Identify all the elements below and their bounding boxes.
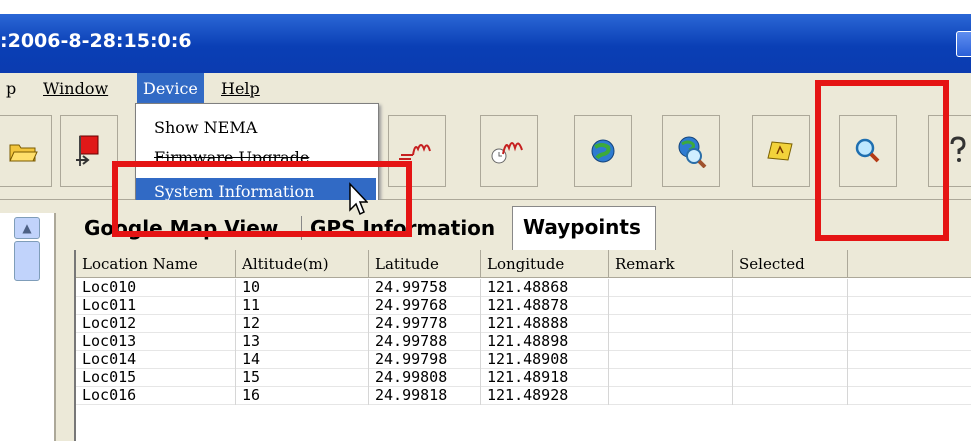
cell-remark — [609, 315, 733, 333]
cell-location-name: Loc016 — [76, 387, 236, 405]
globe-search-icon — [678, 136, 707, 168]
table-row[interactable]: Loc015 15 24.99808 121.48918 — [76, 369, 971, 387]
cell-altitude: 11 — [236, 297, 369, 315]
note-icon — [767, 141, 793, 161]
cell-location-name: Loc012 — [76, 315, 236, 333]
table-row[interactable]: Loc011 11 24.99768 121.48878 — [76, 297, 971, 315]
cell-remark — [609, 333, 733, 351]
cell-location-name: Loc014 — [76, 351, 236, 369]
cell-altitude: 16 — [236, 387, 369, 405]
table-row[interactable]: Loc014 14 24.99798 121.48908 — [76, 351, 971, 369]
column-header-remark[interactable]: Remark — [609, 250, 733, 278]
cell-selected — [733, 369, 848, 387]
cell-selected — [733, 387, 848, 405]
cell-empty — [848, 279, 971, 297]
scroll-thumb[interactable] — [14, 241, 40, 281]
globe-icon — [591, 139, 615, 163]
window-title: :2006-8-28:15:0:6 — [0, 30, 192, 52]
table-row[interactable]: Loc016 16 24.99818 121.48928 — [76, 387, 971, 405]
column-header-longitude[interactable]: Longitude — [481, 250, 609, 278]
chevron-up-icon: ▲ — [22, 221, 32, 235]
left-panel: ▲ — [0, 213, 56, 441]
cell-latitude: 24.99758 — [369, 279, 481, 297]
cell-longitude: 121.48908 — [481, 351, 609, 369]
notes-button[interactable] — [752, 115, 810, 187]
waypoints-table: Location Name Altitude(m) Latitude Longi… — [74, 250, 971, 441]
title-bar: :2006-8-28:15:0:6 — [0, 14, 971, 73]
tab-waypoints[interactable]: Waypoints — [512, 206, 656, 250]
column-header-latitude[interactable]: Latitude — [369, 250, 481, 278]
column-header-selected[interactable]: Selected — [733, 250, 848, 278]
cell-empty — [848, 315, 971, 333]
menu-help[interactable]: Help — [215, 73, 266, 105]
cell-location-name: Loc015 — [76, 369, 236, 387]
folder-icon — [9, 144, 38, 162]
cell-altitude: 12 — [236, 315, 369, 333]
menu-window[interactable]: Window — [37, 73, 114, 105]
scroll-up-button[interactable]: ▲ — [14, 217, 40, 239]
cell-latitude: 24.99788 — [369, 333, 481, 351]
cell-remark — [609, 279, 733, 297]
table-row[interactable]: Loc013 13 24.99788 121.48898 — [76, 333, 971, 351]
cell-latitude: 24.99798 — [369, 351, 481, 369]
globe-button[interactable] — [574, 115, 632, 187]
cell-latitude: 24.99768 — [369, 297, 481, 315]
cell-empty — [848, 369, 971, 387]
cell-location-name: Loc011 — [76, 297, 236, 315]
cell-longitude: 121.48868 — [481, 279, 609, 297]
cell-location-name: Loc010 — [76, 279, 236, 297]
cell-altitude: 13 — [236, 333, 369, 351]
column-header-altitude[interactable]: Altitude(m) — [236, 250, 369, 278]
flag-icon — [76, 135, 99, 166]
cell-selected — [733, 333, 848, 351]
menu-device[interactable]: Device — [137, 73, 204, 105]
cell-remark — [609, 351, 733, 369]
cell-selected — [733, 351, 848, 369]
mouse-cursor-icon — [349, 182, 368, 216]
cell-remark — [609, 297, 733, 315]
cell-empty — [848, 333, 971, 351]
minimize-button[interactable] — [956, 31, 971, 57]
cell-selected — [733, 297, 848, 315]
cell-empty — [848, 297, 971, 315]
import-button[interactable] — [60, 115, 118, 187]
track-time-button[interactable] — [480, 115, 538, 187]
open-button[interactable] — [0, 115, 52, 187]
table-row[interactable]: Loc012 12 24.99778 121.48888 — [76, 315, 971, 333]
cell-longitude: 121.48928 — [481, 387, 609, 405]
cell-selected — [733, 315, 848, 333]
table-row[interactable]: Loc010 10 24.99758 121.48868 — [76, 279, 971, 297]
cell-empty — [848, 351, 971, 369]
column-header-location-name[interactable]: Location Name — [76, 250, 236, 278]
cell-latitude: 24.99818 — [369, 387, 481, 405]
cell-remark — [609, 387, 733, 405]
cell-altitude: 15 — [236, 369, 369, 387]
column-header-empty — [848, 250, 971, 278]
cell-empty — [848, 387, 971, 405]
cell-longitude: 121.48918 — [481, 369, 609, 387]
cell-location-name: Loc013 — [76, 333, 236, 351]
cell-longitude: 121.48878 — [481, 297, 609, 315]
menu-item-show-nema[interactable]: Show NEMA — [136, 114, 376, 142]
cell-longitude: 121.48898 — [481, 333, 609, 351]
cell-selected — [733, 279, 848, 297]
cell-altitude: 14 — [236, 351, 369, 369]
cell-remark — [609, 369, 733, 387]
clock-track-icon — [491, 142, 523, 164]
cell-longitude: 121.48888 — [481, 315, 609, 333]
annotation-box-search-button — [815, 80, 949, 241]
cell-altitude: 10 — [236, 279, 369, 297]
cell-latitude: 24.99808 — [369, 369, 481, 387]
globe-search-button[interactable] — [662, 115, 720, 187]
menu-partial[interactable]: p — [0, 73, 22, 105]
cell-latitude: 24.99778 — [369, 315, 481, 333]
